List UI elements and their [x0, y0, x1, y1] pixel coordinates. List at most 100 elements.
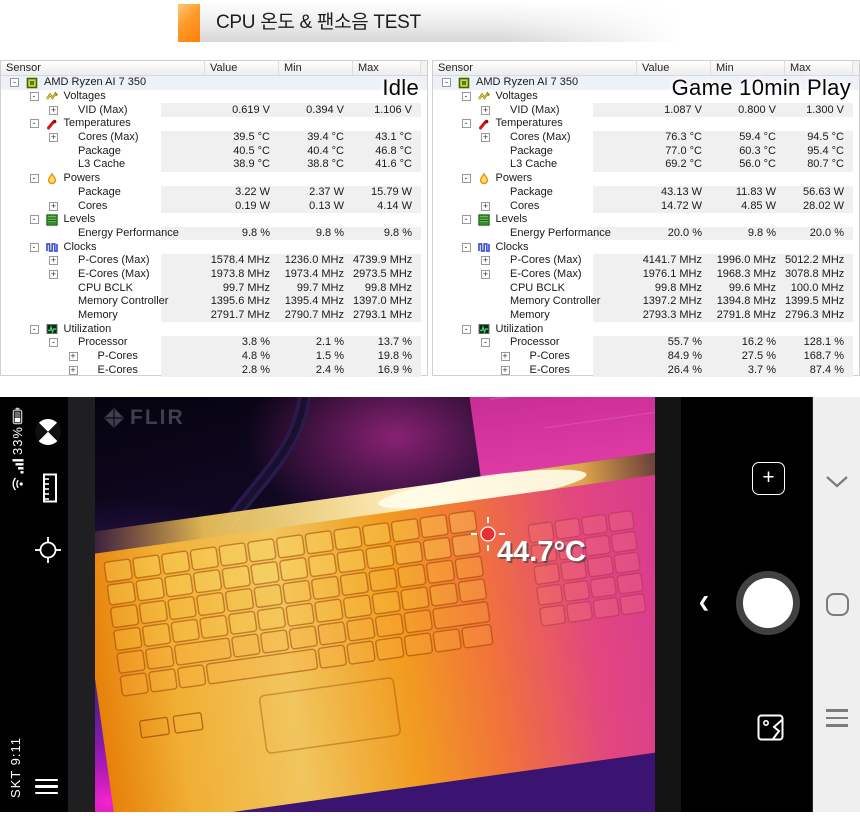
table-row[interactable]: Memory Controller1397.2 MHz1394.8 MHz139…: [433, 295, 859, 309]
column-header-sensor[interactable]: Sensor: [1, 61, 205, 75]
collapse-icon[interactable]: -: [462, 119, 471, 128]
expand-icon[interactable]: +: [501, 366, 510, 375]
table-row[interactable]: -Powers: [1, 172, 427, 186]
sensor-label: Levels: [64, 213, 96, 226]
collapse-icon[interactable]: -: [442, 78, 451, 87]
add-measurement-button[interactable]: +: [752, 462, 785, 495]
recent-apps-icon[interactable]: [813, 709, 860, 727]
collapse-icon[interactable]: -: [30, 243, 39, 252]
table-row[interactable]: +Cores14.72 W4.85 W28.02 W: [433, 199, 859, 213]
column-header-sensor[interactable]: Sensor: [433, 61, 637, 75]
table-row[interactable]: -AMD Ryzen AI 7 350: [1, 76, 427, 90]
table-row[interactable]: L3 Cache38.9 °C38.8 °C41.6 °C: [1, 158, 427, 172]
table-row[interactable]: -Utilization: [1, 322, 427, 336]
table-row[interactable]: +VID (Max)1.087 V0.800 V1.300 V: [433, 103, 859, 117]
column-header-value[interactable]: Value: [637, 61, 711, 75]
table-row[interactable]: Energy Performance9.8 %9.8 %9.8 %: [1, 227, 427, 241]
table-row[interactable]: Package77.0 °C60.3 °C95.4 °C: [433, 144, 859, 158]
expand-icon[interactable]: +: [49, 202, 58, 211]
table-row[interactable]: +P-Cores4.8 %1.5 %19.8 %: [1, 350, 427, 364]
column-header-max[interactable]: Max: [353, 61, 421, 75]
sensor-label: Utilization: [496, 323, 544, 336]
table-row[interactable]: +E-Cores26.4 %3.7 %87.4 %: [433, 363, 859, 377]
max-cell: 4739.9 MHz: [353, 254, 421, 267]
table-row[interactable]: Energy Performance20.0 %9.8 %20.0 %: [433, 227, 859, 241]
table-row[interactable]: -Processor3.8 %2.1 %13.7 %: [1, 336, 427, 350]
column-header-value[interactable]: Value: [205, 61, 279, 75]
table-row[interactable]: +Cores (Max)39.5 °C39.4 °C43.1 °C: [1, 131, 427, 145]
collapse-icon[interactable]: -: [462, 215, 471, 224]
max-cell: 1397.0 MHz: [353, 295, 421, 308]
table-row[interactable]: Memory2793.3 MHz2791.8 MHz2796.3 MHz: [433, 309, 859, 323]
table-row[interactable]: - Levels: [1, 213, 427, 227]
expand-icon[interactable]: +: [69, 352, 78, 361]
sensor-cell: CPU BCLK: [433, 282, 637, 295]
expand-icon[interactable]: +: [69, 366, 78, 375]
table-row[interactable]: -Powers: [433, 172, 859, 186]
column-header-min[interactable]: Min: [711, 61, 785, 75]
expand-icon[interactable]: +: [481, 202, 490, 211]
table-row[interactable]: +P-Cores (Max)1578.4 MHz1236.0 MHz4739.9…: [1, 254, 427, 268]
expand-icon[interactable]: +: [49, 106, 58, 115]
collapse-icon[interactable]: -: [10, 78, 19, 87]
collapse-icon[interactable]: -: [30, 92, 39, 101]
home-button-icon[interactable]: [813, 593, 860, 616]
table-row[interactable]: Package3.22 W2.37 W15.79 W: [1, 186, 427, 200]
expand-icon[interactable]: +: [481, 133, 490, 142]
palette-icon[interactable]: [35, 419, 61, 445]
table-row[interactable]: - Utilization: [433, 322, 859, 336]
temperature-scale-icon[interactable]: [37, 473, 59, 508]
collapse-icon[interactable]: -: [49, 338, 58, 347]
table-row[interactable]: +E-Cores (Max)1973.8 MHz1973.4 MHz2973.5…: [1, 268, 427, 282]
table-row[interactable]: Package43.13 W11.83 W56.63 W: [433, 186, 859, 200]
table-row[interactable]: -Levels: [433, 213, 859, 227]
table-row[interactable]: -Temperatures: [433, 117, 859, 131]
collapse-icon[interactable]: -: [462, 325, 471, 334]
expand-icon[interactable]: +: [49, 133, 58, 142]
table-row[interactable]: Package40.5 °C40.4 °C46.8 °C: [1, 144, 427, 158]
table-row[interactable]: +E-Cores (Max)1976.1 MHz1968.3 MHz3078.8…: [433, 268, 859, 282]
min-cell: 0.394 V: [279, 104, 353, 117]
table-row[interactable]: +P-Cores84.9 %27.5 %168.7 %: [433, 350, 859, 364]
min-cell: 1395.4 MHz: [279, 295, 353, 308]
collapse-icon[interactable]: -: [30, 325, 39, 334]
shutter-button[interactable]: [736, 571, 800, 635]
table-row[interactable]: +Cores0.19 W0.13 W4.14 W: [1, 199, 427, 213]
table-row[interactable]: -Processor55.7 %16.2 %128.1 %: [433, 336, 859, 350]
sensor-cell: - Levels: [1, 213, 205, 226]
menu-icon[interactable]: [35, 779, 58, 795]
expand-icon[interactable]: +: [49, 256, 58, 265]
expand-icon[interactable]: +: [501, 352, 510, 361]
table-row[interactable]: -Temperatures: [1, 117, 427, 131]
table-row[interactable]: Memory Controller1395.6 MHz1395.4 MHz139…: [1, 295, 427, 309]
collapse-icon[interactable]: -: [30, 174, 39, 183]
clock-icon: [478, 241, 490, 253]
table-row[interactable]: -Clocks: [1, 240, 427, 254]
column-header-max[interactable]: Max: [785, 61, 853, 75]
expand-icon[interactable]: +: [481, 106, 490, 115]
collapse-icon[interactable]: -: [481, 338, 490, 347]
expand-icon[interactable]: +: [481, 256, 490, 265]
table-row[interactable]: +Cores (Max)76.3 °C59.4 °C94.5 °C: [433, 131, 859, 145]
table-row[interactable]: CPU BCLK99.8 MHz99.6 MHz100.0 MHz: [433, 281, 859, 295]
collapse-icon[interactable]: -: [30, 119, 39, 128]
chevron-left-icon[interactable]: ❮: [698, 594, 710, 611]
collapse-icon[interactable]: -: [462, 243, 471, 252]
column-header-min[interactable]: Min: [279, 61, 353, 75]
collapse-icon[interactable]: -: [462, 92, 471, 101]
table-row[interactable]: -Voltages: [1, 90, 427, 104]
table-row[interactable]: +E-Cores2.8 %2.4 %16.9 %: [1, 363, 427, 377]
collapse-icon[interactable]: -: [462, 174, 471, 183]
chevron-down-icon[interactable]: [813, 475, 860, 489]
spot-meter-icon[interactable]: [34, 536, 62, 569]
collapse-icon[interactable]: -: [30, 215, 39, 224]
table-row[interactable]: L3 Cache69.2 °C56.0 °C80.7 °C: [433, 158, 859, 172]
gallery-icon[interactable]: [757, 714, 784, 741]
expand-icon[interactable]: +: [481, 270, 490, 279]
table-row[interactable]: -Clocks: [433, 240, 859, 254]
table-row[interactable]: CPU BCLK99.7 MHz99.7 MHz99.8 MHz: [1, 281, 427, 295]
table-row[interactable]: Memory2791.7 MHz2790.7 MHz2793.1 MHz: [1, 309, 427, 323]
expand-icon[interactable]: +: [49, 270, 58, 279]
table-row[interactable]: +VID (Max)0.619 V0.394 V1.106 V: [1, 103, 427, 117]
table-row[interactable]: +P-Cores (Max)4141.7 MHz1996.0 MHz5012.2…: [433, 254, 859, 268]
